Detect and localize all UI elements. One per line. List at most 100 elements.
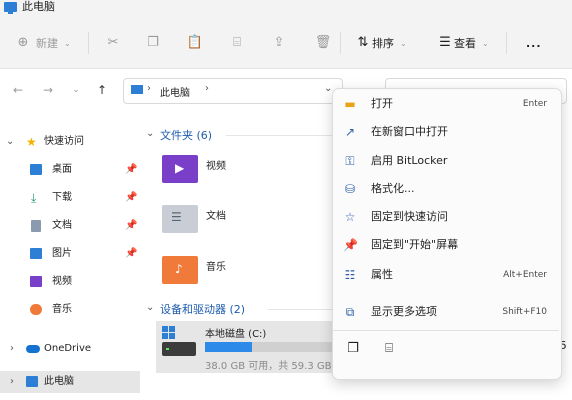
forward-arrow-icon[interactable]: →	[40, 82, 56, 98]
sidebar-item-label: 桌面	[52, 164, 72, 175]
sort-button[interactable]: 排序	[372, 36, 394, 52]
menu-item-label: 属性	[371, 268, 393, 281]
document-lines-icon: ☰	[171, 210, 182, 224]
sort-chevron-icon[interactable]: ⌄	[400, 36, 407, 52]
expand-chevron-icon[interactable]: ›	[10, 371, 14, 393]
paste-icon[interactable]: 📋	[186, 34, 204, 52]
pictures-icon	[30, 248, 42, 259]
sidebar-item-label: 图片	[52, 248, 72, 259]
menu-item-pin-quick-access[interactable]: ☆ 固定到快速访问	[333, 205, 559, 229]
sidebar-item-label: OneDrive	[44, 343, 92, 354]
key-icon: ⚿	[345, 154, 355, 168]
this-pc-icon	[26, 376, 38, 387]
menu-item-show-more-options[interactable]: ⧉ 显示更多选项 Shift+F10	[333, 300, 559, 324]
sort-icon[interactable]: ⇅	[354, 34, 372, 52]
pin-icon: 📌	[125, 192, 138, 203]
view-icon[interactable]: ☰	[436, 34, 454, 52]
play-icon: ▶	[175, 161, 185, 175]
delete-icon[interactable]: 🗑	[314, 34, 332, 52]
breadcrumb-chevron-icon[interactable]: ›	[205, 83, 209, 94]
up-arrow-icon[interactable]: ↑	[94, 82, 110, 98]
properties-icon: ☷	[344, 268, 356, 282]
menu-item-label: 格式化...	[371, 182, 415, 195]
folders-group-header[interactable]: 文件夹 (6)	[160, 127, 212, 143]
recent-chevron-icon[interactable]: ⌄	[68, 82, 84, 98]
music-icon	[30, 304, 42, 315]
address-bar[interactable]	[123, 78, 343, 104]
toolbar-divider	[88, 32, 89, 54]
menu-item-shortcut: Alt+Enter	[503, 270, 547, 280]
menu-item-open-new-window[interactable]: ↗ 在新窗口中打开	[333, 120, 559, 144]
sidebar-item-pictures[interactable]: 图片 📌	[0, 243, 140, 265]
share-icon[interactable]: ⇪	[270, 34, 288, 52]
sidebar-item-label: 此电脑	[44, 376, 74, 387]
view-button[interactable]: 查看	[454, 36, 476, 52]
view-chevron-icon[interactable]: ⌄	[482, 36, 489, 52]
pin-icon: 📌	[125, 248, 138, 259]
folder-open-icon: ▬	[344, 97, 356, 111]
sidebar-item-music[interactable]: 音乐	[0, 299, 140, 321]
collapse-chevron-icon[interactable]: ⌄	[146, 302, 154, 313]
breadcrumb-this-pc[interactable]: 此电脑	[160, 84, 190, 99]
open-new-window-icon: ↗	[344, 125, 356, 139]
menu-item-pin-start[interactable]: 📌 固定到"开始"屏幕	[333, 233, 559, 257]
sidebar-item-label: 音乐	[52, 304, 72, 315]
pin-icon: 📌	[125, 220, 138, 231]
videos-icon	[30, 276, 42, 287]
group-divider	[268, 309, 332, 310]
sidebar-item-this-pc[interactable]: › 此电脑	[0, 371, 140, 393]
sidebar-item-label: 快速访问	[44, 136, 84, 147]
folder-label[interactable]: 文档	[206, 207, 226, 222]
sidebar-item-onedrive[interactable]: › OneDrive	[0, 338, 140, 360]
menu-item-shortcut: Shift+F10	[502, 307, 547, 317]
expand-chevron-icon[interactable]: ⌄	[6, 131, 14, 153]
format-icon: ⛁	[344, 182, 356, 196]
breadcrumb-chevron-icon[interactable]: ›	[147, 83, 151, 94]
rename-icon[interactable]: ⌸	[228, 34, 246, 52]
copy-icon[interactable]: ❐	[344, 340, 362, 358]
back-arrow-icon[interactable]: ←	[10, 82, 26, 98]
music-note-icon: ♪	[175, 262, 183, 276]
folder-label[interactable]: 视频	[206, 157, 226, 172]
desktop-icon	[30, 164, 42, 175]
menu-item-label: 打开	[371, 97, 393, 110]
star-outline-icon: ☆	[344, 210, 356, 224]
cut-icon[interactable]: ✂	[104, 34, 122, 52]
this-pc-icon	[131, 85, 143, 94]
download-arrow-icon: ⤓	[31, 191, 37, 205]
sidebar-item-documents[interactable]: 文档 📌	[0, 215, 140, 237]
group-divider	[226, 135, 332, 136]
expand-chevron-icon[interactable]: ›	[10, 338, 14, 360]
copy-icon[interactable]: ❐	[144, 34, 162, 52]
sidebar-item-quick-access[interactable]: ⌄ ★ 快速访问	[0, 131, 140, 153]
menu-item-label: 启用 BitLocker	[371, 154, 448, 167]
drive-usage-fill	[205, 342, 252, 352]
title-bar	[0, 0, 572, 18]
toolbar-divider	[506, 32, 507, 54]
drives-group-header[interactable]: 设备和驱动器 (2)	[160, 301, 245, 317]
sidebar-item-downloads[interactable]: ⤓ 下载 📌	[0, 187, 140, 209]
window-title: 此电脑	[22, 0, 55, 13]
sidebar-item-label: 视频	[52, 276, 72, 287]
address-dropdown-icon[interactable]: ⌄	[324, 83, 332, 94]
new-plus-icon[interactable]: ⊕	[14, 34, 32, 52]
menu-item-bitlocker[interactable]: ⚿ 启用 BitLocker	[333, 149, 559, 173]
collapse-chevron-icon[interactable]: ⌄	[146, 128, 154, 139]
pin-icon: 📌	[343, 238, 358, 252]
folder-label[interactable]: 音乐	[206, 258, 226, 273]
drive-name: 本地磁盘 (C:)	[205, 329, 267, 340]
sidebar-item-videos[interactable]: 视频	[0, 271, 140, 293]
menu-item-format[interactable]: ⛁ 格式化...	[333, 177, 559, 201]
menu-item-open[interactable]: ▬ 打开 Enter	[333, 92, 559, 116]
sidebar-item-desktop[interactable]: 桌面 📌	[0, 159, 140, 181]
menu-item-properties[interactable]: ☷ 属性 Alt+Enter	[333, 263, 559, 287]
new-chevron-icon[interactable]: ⌄	[64, 36, 71, 52]
more-options-button[interactable]: ...	[526, 36, 542, 52]
star-icon: ★	[26, 135, 37, 149]
menu-item-label: 在新窗口中打开	[371, 125, 448, 138]
menu-item-label: 固定到"开始"屏幕	[371, 238, 459, 251]
new-button[interactable]: 新建	[36, 36, 58, 52]
toolbar-divider	[340, 32, 341, 54]
rename-icon[interactable]: ⌸	[380, 340, 398, 358]
menu-divider	[333, 330, 559, 331]
